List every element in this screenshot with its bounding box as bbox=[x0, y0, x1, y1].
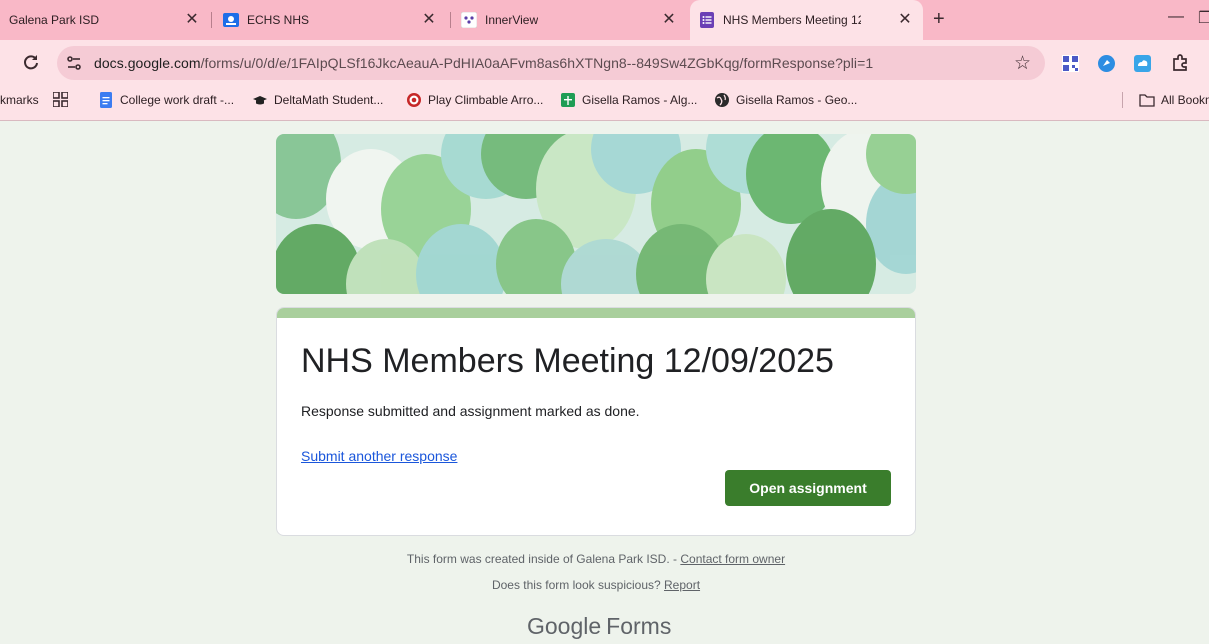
toolbar-divider bbox=[0, 120, 1209, 121]
report-link[interactable]: Report bbox=[664, 578, 700, 592]
form-title: NHS Members Meeting 12/09/2025 bbox=[301, 342, 834, 380]
google-sheets-icon bbox=[561, 93, 575, 107]
graduation-cap-icon bbox=[253, 96, 267, 105]
reload-icon[interactable] bbox=[22, 53, 40, 71]
tab-title: InnerView bbox=[485, 13, 539, 27]
extensions-puzzle-icon[interactable] bbox=[1171, 54, 1189, 72]
bookmark-label: DeltaMath Student... bbox=[274, 93, 384, 107]
bookmark-climbable[interactable]: Play Climbable Arro... bbox=[406, 91, 543, 109]
confirmation-message: Response submitted and assignment marked… bbox=[301, 403, 640, 419]
bookmark-label: College work draft -... bbox=[120, 93, 235, 107]
card-accent-bar bbox=[277, 308, 915, 318]
contact-owner-link[interactable]: Contact form owner bbox=[680, 552, 785, 566]
star-icon[interactable]: ☆ bbox=[1014, 52, 1031, 75]
close-icon[interactable]: ✕ bbox=[184, 12, 200, 28]
submit-another-link[interactable]: Submit another response bbox=[301, 448, 457, 464]
all-bookmarks-label: All Bookm bbox=[1161, 93, 1209, 107]
extension-cloud-icon[interactable] bbox=[1134, 55, 1151, 72]
footer-created-notice: This form was created inside of Galena P… bbox=[0, 552, 1192, 566]
tab-galena-park[interactable]: Galena Park ISD ✕ bbox=[0, 0, 210, 40]
close-icon[interactable]: ✕ bbox=[897, 12, 913, 28]
open-assignment-button[interactable]: Open assignment bbox=[725, 470, 891, 506]
google-forms-icon bbox=[700, 12, 714, 28]
url-path: /forms/u/0/d/e/1FAIpQLSf16JkcAeauA-PdHIA… bbox=[200, 55, 874, 71]
minimize-icon[interactable]: — bbox=[1168, 8, 1184, 26]
tab-title: ECHS NHS bbox=[247, 13, 310, 27]
bookmark-label: Play Climbable Arro... bbox=[428, 93, 544, 107]
tab-nhs-meeting[interactable]: NHS Members Meeting 12/09/2025 ✕ bbox=[690, 0, 923, 40]
innerview-icon bbox=[461, 12, 477, 28]
brand-google: Google bbox=[527, 613, 602, 639]
globe-icon bbox=[715, 93, 729, 107]
tab-title: NHS Members Meeting 12/09/2025 bbox=[723, 13, 861, 27]
bookmark-label: Gisella Ramos - Geo... bbox=[736, 93, 858, 107]
restore-icon[interactable]: ❐ bbox=[1198, 8, 1209, 28]
bookmark-label: Gisella Ramos - Alg... bbox=[582, 93, 698, 107]
google-classroom-icon bbox=[223, 13, 239, 27]
site-settings-icon[interactable] bbox=[66, 55, 82, 71]
address-bar[interactable]: docs.google.com/forms/u/0/d/e/1FAIpQLSf1… bbox=[57, 46, 1045, 80]
extension-rocket-icon[interactable] bbox=[1098, 55, 1115, 72]
bookmark-deltamath[interactable]: DeltaMath Student... bbox=[252, 91, 383, 109]
url-host: docs.google.com bbox=[94, 55, 201, 71]
form-header-image bbox=[276, 134, 916, 294]
suspicious-text: Does this form look suspicious? bbox=[491, 578, 665, 592]
google-docs-icon bbox=[100, 92, 112, 108]
bookmark-divider bbox=[1122, 92, 1123, 108]
target-icon bbox=[407, 93, 421, 107]
brand-forms: Forms bbox=[606, 613, 672, 639]
bookmark-algebra[interactable]: Gisella Ramos - Alg... bbox=[560, 91, 697, 109]
balloons-illustration bbox=[276, 134, 916, 294]
confirmation-card: NHS Members Meeting 12/09/2025 Response … bbox=[276, 307, 916, 536]
tab-title: Galena Park ISD bbox=[9, 13, 100, 27]
bookmark-college-work[interactable]: College work draft -... bbox=[98, 91, 234, 109]
url-text[interactable]: docs.google.com/forms/u/0/d/e/1FAIpQLSf1… bbox=[94, 55, 873, 71]
new-tab-button[interactable]: + bbox=[933, 9, 945, 29]
close-icon[interactable]: ✕ bbox=[421, 12, 437, 28]
tab-divider bbox=[450, 12, 451, 28]
tab-echs-nhs[interactable]: ECHS NHS ✕ bbox=[214, 0, 447, 40]
tab-divider bbox=[211, 12, 212, 28]
bookmark-geometry[interactable]: Gisella Ramos - Geo... bbox=[714, 91, 857, 109]
folder-icon bbox=[1139, 94, 1155, 107]
all-bookmarks-folder[interactable]: All Bookm bbox=[1139, 91, 1209, 109]
google-forms-logo[interactable]: Google Forms bbox=[527, 613, 671, 640]
close-icon[interactable]: ✕ bbox=[661, 12, 677, 28]
created-text: This form was created inside of Galena P… bbox=[406, 552, 681, 566]
qr-code-icon[interactable] bbox=[1062, 55, 1079, 72]
bookmarks-label-partial: kmarks bbox=[0, 93, 39, 107]
apps-grid-icon[interactable] bbox=[53, 92, 68, 107]
browser-chrome: Galena Park ISD ✕ ECHS NHS ✕ InnerView ✕… bbox=[0, 0, 1209, 121]
footer-report-notice: Does this form look suspicious? Report bbox=[0, 578, 1192, 592]
tab-strip: Galena Park ISD ✕ ECHS NHS ✕ InnerView ✕… bbox=[0, 0, 1209, 40]
tab-innerview[interactable]: InnerView ✕ bbox=[452, 0, 687, 40]
